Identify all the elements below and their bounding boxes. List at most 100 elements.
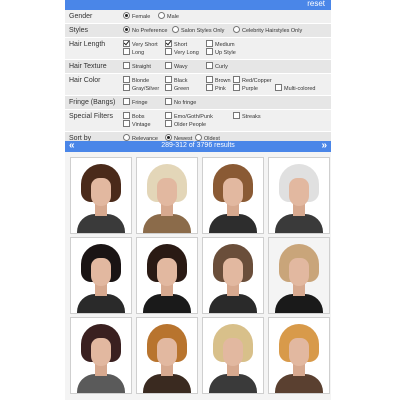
checkbox-icon[interactable] [123,112,130,119]
checkbox-icon[interactable] [123,84,130,91]
styles-option-no-preference[interactable]: No Preference [123,26,167,35]
radio-icon[interactable] [172,26,179,33]
special-option-vintage[interactable]: Vintage [123,120,151,129]
radio-icon[interactable] [165,134,172,141]
color-option-gray-silver[interactable]: Gray/Silver [123,84,159,93]
radio-icon[interactable] [123,12,130,19]
model-shoulders [143,294,191,313]
checkbox-icon[interactable] [165,62,172,69]
checkbox-icon[interactable] [123,62,130,69]
model-shoulders [209,214,257,233]
radio-icon[interactable] [233,26,240,33]
hairstyle-thumbnail[interactable] [136,237,198,314]
checkbox-icon[interactable] [206,76,213,83]
texture-option-wavy[interactable]: Wavy [165,62,188,71]
filter-row-hair-texture: Hair Texture Straight Wavy Curly [65,60,331,74]
checkbox-icon[interactable] [123,40,130,47]
checkbox-icon[interactable] [233,84,240,91]
checkbox-icon[interactable] [123,48,130,55]
texture-option-straight[interactable]: Straight [123,62,151,71]
checkbox-icon[interactable] [165,40,172,47]
checkbox-icon[interactable] [123,98,130,105]
hairstyle-thumbnail[interactable] [202,317,264,394]
hair-length-label: Hair Length [69,41,106,48]
gender-option-male[interactable]: Male [158,12,179,21]
filter-panel: Gender Female Male Styles No Preference … [65,10,331,146]
app-window: reset Gender Female Male Styles No Prefe… [0,0,400,400]
checkbox-icon[interactable] [233,76,240,83]
special-option-streaks[interactable]: Streaks [233,112,261,121]
checkbox-icon[interactable] [206,84,213,91]
checkbox-icon[interactable] [165,48,172,55]
radio-icon[interactable] [123,134,130,141]
hairstyle-thumbnail[interactable] [202,237,264,314]
next-page-icon[interactable]: » [321,140,327,151]
styles-option-celebrity[interactable]: Celebrity Hairstyles Only [233,26,302,35]
hairstyle-thumbnail[interactable] [202,157,264,234]
hairstyle-thumbnail[interactable] [136,157,198,234]
hairstyle-thumbnail[interactable] [70,317,132,394]
checkbox-icon[interactable] [165,120,172,127]
hairstyle-thumbnail[interactable] [268,237,330,314]
special-option-older-people[interactable]: Older People [165,120,206,129]
length-option-very-long[interactable]: Very Long [165,48,199,57]
checkbox-icon[interactable] [123,120,130,127]
model-shoulders [275,374,323,393]
checkbox-icon[interactable] [206,40,213,47]
model-face [223,258,243,286]
checkbox-icon[interactable] [165,112,172,119]
model-face [289,338,309,366]
model-face [91,258,111,286]
gender-option-female[interactable]: Female [123,12,150,21]
filter-row-special: Special Filters Bobs Emo/Goth/Punk Strea… [65,110,331,132]
hairstyle-thumbnail[interactable] [136,317,198,394]
pagination-bar: « 289-312 of 3796 results » [65,140,331,152]
model-shoulders [77,374,125,393]
checkbox-icon[interactable] [123,76,130,83]
model-shoulders [143,214,191,233]
filter-row-styles: Styles No Preference Salon Styles Only C… [65,24,331,38]
color-option-purple[interactable]: Purple [233,84,258,93]
fringe-label: Fringe (Bangs) [69,99,116,106]
model-face [157,338,177,366]
model-shoulders [77,214,125,233]
radio-icon[interactable] [195,134,202,141]
checkbox-icon[interactable] [233,112,240,119]
color-option-multi-colored[interactable]: Multi-colored [275,84,315,93]
color-option-pink[interactable]: Pink [206,84,226,93]
hair-color-label: Hair Color [69,77,101,84]
hairstyle-thumbnail[interactable] [268,157,330,234]
model-face [157,178,177,206]
model-shoulders [275,294,323,313]
model-shoulders [143,374,191,393]
texture-option-curly[interactable]: Curly [206,62,228,71]
checkbox-icon[interactable] [275,84,282,91]
filter-header-bar: reset [65,0,331,10]
model-face [223,338,243,366]
checkbox-icon[interactable] [206,62,213,69]
styles-option-salon[interactable]: Salon Styles Only [172,26,224,35]
length-option-long[interactable]: Long [123,48,144,57]
checkbox-icon[interactable] [206,48,213,55]
reset-link[interactable]: reset [307,0,325,8]
fringe-option-no-fringe[interactable]: No fringe [165,98,196,107]
hairstyle-thumbnail[interactable] [70,157,132,234]
hairstyle-thumbnail[interactable] [268,317,330,394]
checkbox-icon[interactable] [165,98,172,105]
checkbox-icon[interactable] [165,84,172,91]
model-face [223,178,243,206]
model-shoulders [77,294,125,313]
checkbox-icon[interactable] [165,76,172,83]
model-face [289,178,309,206]
model-face [91,338,111,366]
fringe-option-fringe[interactable]: Fringe [123,98,148,107]
hairstyle-thumbnail[interactable] [70,237,132,314]
filter-row-gender: Gender Female Male [65,10,331,24]
color-option-green[interactable]: Green [165,84,189,93]
length-option-up-style[interactable]: Up Style [206,48,236,57]
model-shoulders [209,294,257,313]
radio-icon[interactable] [158,12,165,19]
radio-icon[interactable] [123,26,130,33]
gender-label: Gender [69,13,93,20]
filter-row-hair-length: Hair Length Very Short Short Medium Long… [65,38,331,60]
